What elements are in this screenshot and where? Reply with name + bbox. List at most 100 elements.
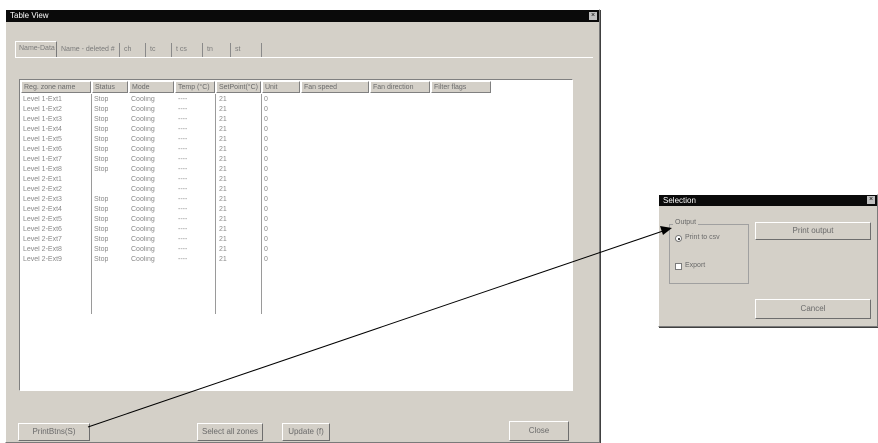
zone-name-cell: Level 2-Ext9 (23, 256, 62, 263)
column-header-status[interactable]: Status (92, 81, 128, 93)
print-to-csv-radio[interactable] (675, 235, 682, 242)
zone-table[interactable]: Reg. zone name Status Mode Temp (°C) Set… (19, 79, 573, 391)
column-header-fan-direction[interactable]: Fan direction (370, 81, 430, 93)
export-checkbox[interactable] (675, 263, 682, 270)
column-header-fan-speed[interactable]: Fan speed (301, 81, 369, 93)
status-cell: Stop (94, 156, 109, 163)
close-icon[interactable]: × (589, 12, 597, 20)
table-row[interactable]: Level 2-Ext1 Cooling ---- 21 0 (20, 176, 572, 184)
temp-cell: ---- (178, 156, 188, 163)
zone-name-cell: Level 1-Ext8 (23, 166, 62, 173)
dialog-cancel-button[interactable]: Cancel (755, 299, 871, 319)
zone-name-cell: Level 2-Ext8 (23, 246, 62, 253)
table-row[interactable]: Level 2-Ext4 Stop Cooling ---- 21 0 (20, 206, 572, 214)
status-cell: Stop (94, 256, 109, 263)
tab-1[interactable]: Name - deleted # (58, 43, 120, 57)
setpoint-cell: 21 (219, 146, 227, 153)
mode-cell: Cooling (131, 166, 155, 173)
table-row[interactable]: Level 1-Ext7 Stop Cooling ---- 21 0 (20, 156, 572, 164)
zone-name-cell: Level 1-Ext1 (23, 96, 62, 103)
status-cell: Stop (94, 236, 109, 243)
table-row[interactable]: Level 2-Ext3 Stop Cooling ---- 21 0 (20, 196, 572, 204)
unit-cell: 0 (264, 196, 268, 203)
mode-cell: Cooling (131, 216, 155, 223)
table-row[interactable]: Level 1-Ext5 Stop Cooling ---- 21 0 (20, 136, 572, 144)
zone-name-cell: Level 1-Ext4 (23, 126, 62, 133)
unit-cell: 0 (264, 236, 268, 243)
table-row[interactable]: Level 2-Ext5 Stop Cooling ---- 21 0 (20, 216, 572, 224)
setpoint-cell: 21 (219, 196, 227, 203)
setpoint-cell: 21 (219, 96, 227, 103)
table-row[interactable]: Level 1-Ext4 Stop Cooling ---- 21 0 (20, 126, 572, 134)
dialog-close-icon[interactable]: × (867, 196, 875, 204)
radio-selected-dot (677, 237, 680, 240)
status-cell: Stop (94, 116, 109, 123)
table-row[interactable]: Level 2-Ext2 Cooling ---- 21 0 (20, 186, 572, 194)
unit-cell: 0 (264, 146, 268, 153)
status-cell: Stop (94, 226, 109, 233)
table-row[interactable]: Level 2-Ext6 Stop Cooling ---- 21 0 (20, 226, 572, 234)
mode-cell: Cooling (131, 116, 155, 123)
setpoint-cell: 21 (219, 166, 227, 173)
unit-cell: 0 (264, 246, 268, 253)
tab-0[interactable]: Name-Data (15, 41, 57, 57)
status-cell: Stop (94, 206, 109, 213)
unit-cell: 0 (264, 126, 268, 133)
mode-cell: Cooling (131, 196, 155, 203)
tab-2[interactable]: ch (121, 43, 146, 57)
table-row[interactable]: Level 1-Ext8 Stop Cooling ---- 21 0 (20, 166, 572, 174)
column-header-temp[interactable]: Temp (°C) (175, 81, 215, 93)
temp-cell: ---- (178, 116, 188, 123)
setpoint-cell: 21 (219, 186, 227, 193)
status-cell: Stop (94, 136, 109, 143)
close-button[interactable]: Close (509, 421, 569, 441)
mode-cell: Cooling (131, 136, 155, 143)
zone-name-cell: Level 2-Ext5 (23, 216, 62, 223)
mode-cell: Cooling (131, 246, 155, 253)
mode-cell: Cooling (131, 176, 155, 183)
column-header-zone-name[interactable]: Reg. zone name (21, 81, 91, 93)
select-all-zones-button[interactable]: Select all zones (197, 423, 263, 441)
mode-cell: Cooling (131, 126, 155, 133)
zone-name-cell: Level 2-Ext6 (23, 226, 62, 233)
unit-cell: 0 (264, 116, 268, 123)
setpoint-cell: 21 (219, 116, 227, 123)
table-row[interactable]: Level 1-Ext3 Stop Cooling ---- 21 0 (20, 116, 572, 124)
tab-4[interactable]: t cs (173, 43, 203, 57)
table-row[interactable]: Level 1-Ext1 Stop Cooling ---- 21 0 (20, 96, 572, 104)
unit-cell: 0 (264, 256, 268, 263)
table-row[interactable]: Level 1-Ext6 Stop Cooling ---- 21 0 (20, 146, 572, 154)
setpoint-cell: 21 (219, 256, 227, 263)
status-cell: Stop (94, 196, 109, 203)
tab-5[interactable]: tn (204, 43, 231, 57)
table-row[interactable]: Level 1-Ext2 Stop Cooling ---- 21 0 (20, 106, 572, 114)
tab-divider (15, 57, 593, 58)
tab-3[interactable]: tc (147, 43, 172, 57)
temp-cell: ---- (178, 226, 188, 233)
column-header-setpoint[interactable]: SetPoint(°C) (216, 81, 261, 93)
print-to-csv-label: Print to csv (685, 234, 720, 241)
print-button[interactable]: PrintBtns(S) (18, 423, 90, 441)
mode-cell: Cooling (131, 236, 155, 243)
column-header-filter-flags[interactable]: Filter flags (431, 81, 491, 93)
zone-name-cell: Level 1-Ext6 (23, 146, 62, 153)
print-output-button[interactable]: Print output (755, 222, 871, 240)
table-row[interactable]: Level 2-Ext8 Stop Cooling ---- 21 0 (20, 246, 572, 254)
table-row[interactable]: Level 2-Ext9 Stop Cooling ---- 21 0 (20, 256, 572, 264)
temp-cell: ---- (178, 216, 188, 223)
zone-name-cell: Level 1-Ext3 (23, 116, 62, 123)
setpoint-cell: 21 (219, 216, 227, 223)
zone-name-cell: Level 1-Ext7 (23, 156, 62, 163)
setpoint-cell: 21 (219, 226, 227, 233)
zone-name-cell: Level 2-Ext7 (23, 236, 62, 243)
update-button[interactable]: Update (f) (282, 423, 330, 441)
tab-6[interactable]: st (232, 43, 262, 57)
setpoint-cell: 21 (219, 126, 227, 133)
column-header-mode[interactable]: Mode (129, 81, 174, 93)
dialog-titlebar: Selection × (659, 195, 877, 206)
column-header-unit[interactable]: Unit (262, 81, 300, 93)
table-row[interactable]: Level 2-Ext7 Stop Cooling ---- 21 0 (20, 236, 572, 244)
mode-cell: Cooling (131, 146, 155, 153)
temp-cell: ---- (178, 96, 188, 103)
window-titlebar: Table View × (6, 10, 599, 22)
